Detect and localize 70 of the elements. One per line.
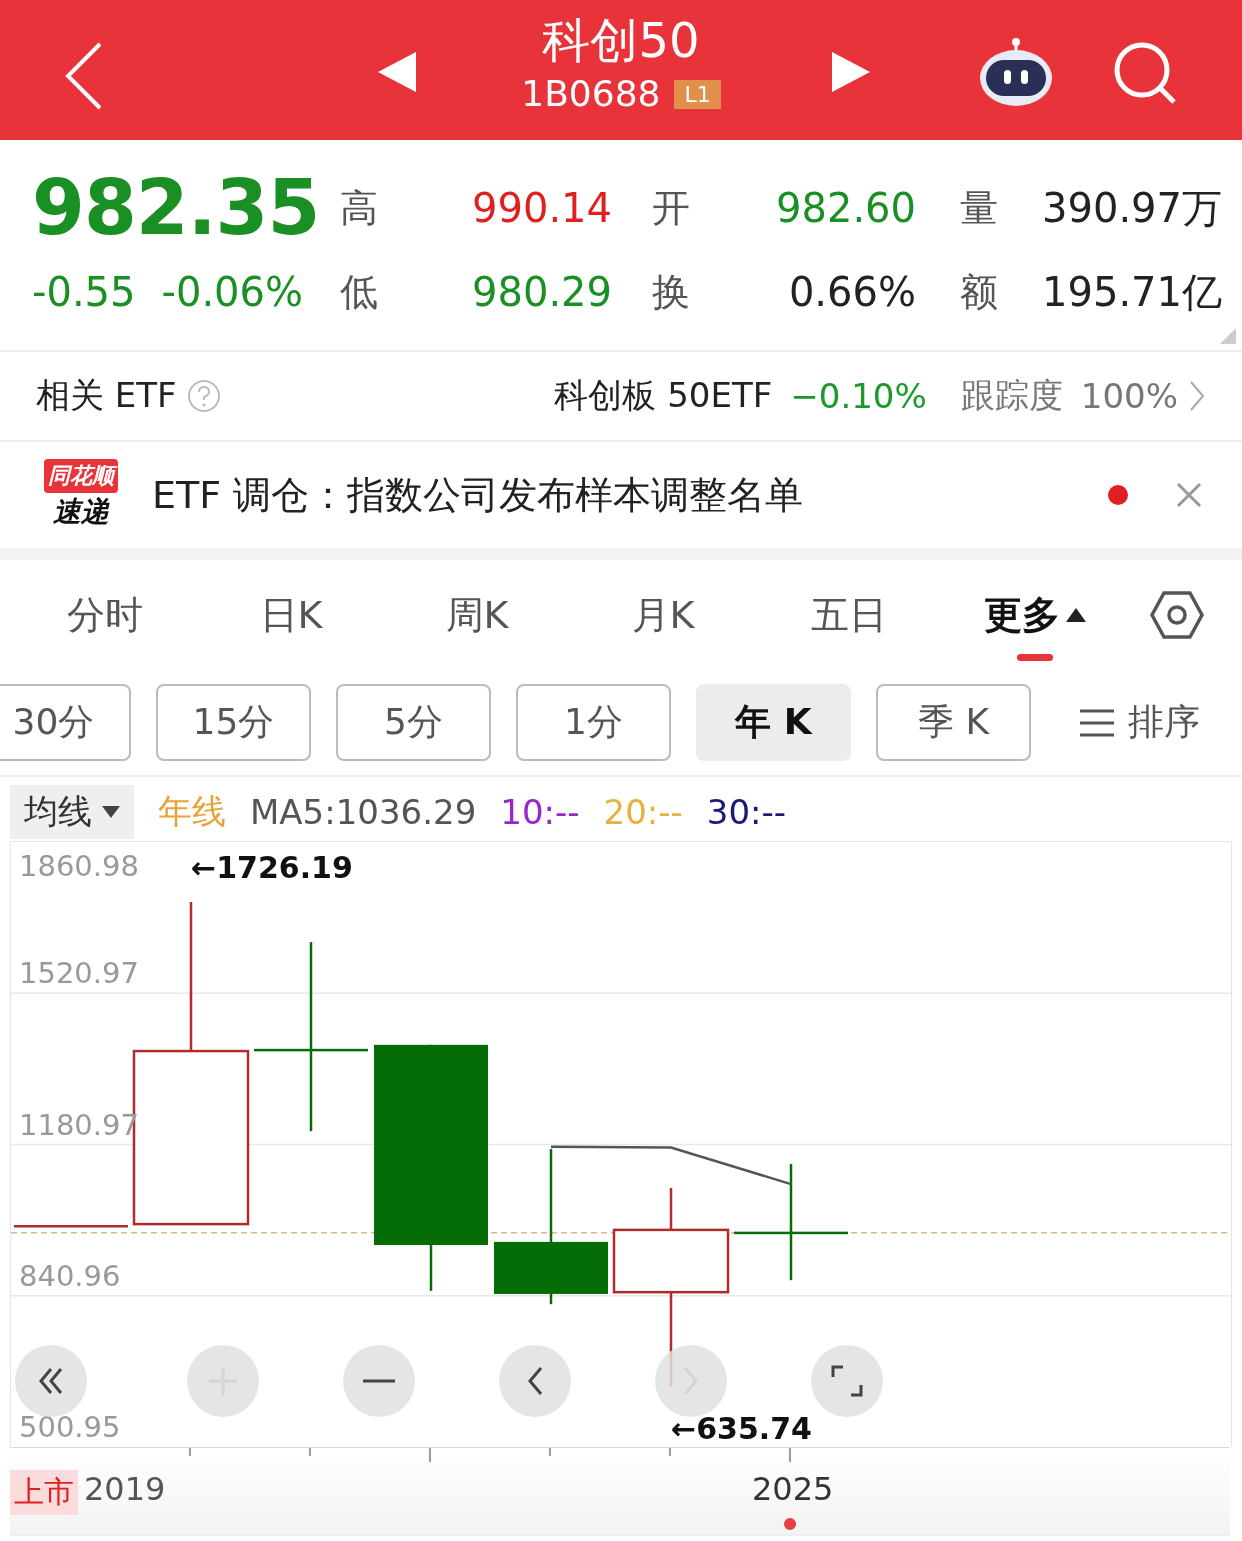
logo-text: 速递 [53,494,109,530]
stat-value: 990.14 [471,185,612,231]
level-badge: L1 [674,79,721,109]
sort-button[interactable]: 排序 [1074,697,1206,748]
stat-label: 低 [340,268,379,316]
stat-label: 换 [652,268,691,316]
etf-change: −0.10% [790,376,927,416]
indicator-value: 年线 [158,790,226,833]
stat-value: 195.71亿 [1041,267,1222,317]
stat-label: 量 [960,184,999,232]
period-button[interactable]: 15分 [156,684,311,761]
price-change: -0.55 [32,268,136,317]
index-code: 1B0688 [521,72,661,116]
axis-label: 1860.98 [19,849,139,883]
chart-tab[interactable]: 分时 [12,575,198,655]
tracking-value: 100% [1080,376,1178,416]
stat-label: 高 [340,184,379,232]
chart-tab[interactable]: 周K [384,575,570,655]
price-annotation: ←635.74 [671,1411,812,1446]
settings-icon[interactable] [1150,590,1204,640]
caret-icon [1066,608,1086,622]
search-icon[interactable] [1112,40,1178,106]
stat-value: 982.60 [775,185,916,231]
chart-tab[interactable]: 五日 [756,575,942,655]
period-button[interactable]: 1分 [516,684,671,761]
axis-label: 2025 [752,1470,834,1508]
current-price: 982.35 [32,168,321,248]
next-triangle-icon[interactable] [832,52,870,92]
fullscreen-icon [831,1365,863,1397]
axis-label: 500.95 [19,1410,121,1444]
caret-icon [102,806,120,818]
price-annotation: ←1726.19 [191,850,353,885]
stat-label: 额 [960,268,999,316]
current-marker-icon [784,1518,796,1530]
help-icon[interactable] [186,379,221,413]
period-button[interactable]: 30分 [0,684,131,761]
corner-triangle-icon [1220,328,1236,344]
axis-label: 1520.97 [19,956,139,991]
news-headline[interactable]: ETF 调仓：指数公司发布样本调整名单 [152,469,1080,521]
robot-icon[interactable] [978,36,1054,108]
chart-tab[interactable]: 日K [198,575,384,655]
double-chevron-icon [38,1367,64,1395]
period-button[interactable]: 年 K [696,684,851,761]
tracking-label: 跟踪度 [960,374,1063,417]
indicator-dropdown[interactable]: 均线 [10,785,134,839]
listed-badge: 上市 [10,1470,78,1515]
close-icon[interactable] [1176,482,1202,508]
stat-label: 开 [652,184,691,232]
chevron-right-icon[interactable] [1188,380,1206,412]
minus-icon [362,1379,396,1383]
chevron-left-icon [527,1366,543,1396]
related-etf-label: 相关 ETF [36,374,177,417]
index-title: 科创50 [542,11,700,70]
chart-tab[interactable]: 月K [570,575,756,655]
axis-label: 840.96 [19,1258,121,1293]
period-button[interactable]: 季 K [876,684,1031,761]
indicator-value: 20:-- [603,792,683,832]
axis-label: 2019 [84,1470,166,1508]
etf-name: 科创板 50ETF [554,374,773,417]
stat-value: 390.97万 [1041,183,1222,233]
period-button[interactable]: 5分 [336,684,491,761]
indicator-value: MA5:1036.29 [250,792,477,832]
previous-triangle-icon[interactable] [378,52,416,92]
indicator-value: 10:-- [500,792,580,832]
percent-change: -0.06% [161,268,303,317]
logo-badge: 同花顺 [44,459,118,493]
stat-value: 0.66% [787,269,916,315]
stat-value: 980.29 [471,269,612,315]
indicator-value: 30:-- [706,792,787,832]
menu-icon [1080,708,1114,737]
